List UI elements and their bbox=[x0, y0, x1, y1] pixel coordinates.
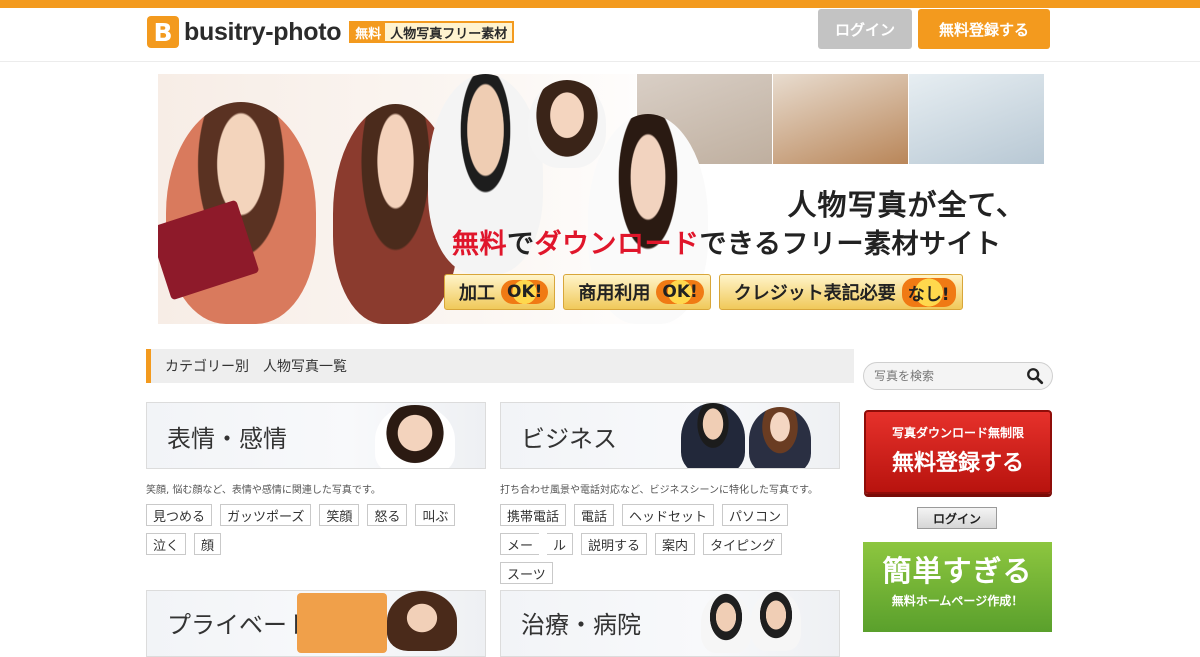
hero-subline: 無料でダウンロードできるフリー素材サイト bbox=[452, 222, 1001, 261]
tag-link[interactable]: メー bbox=[500, 533, 540, 555]
category-person-image bbox=[387, 591, 457, 651]
category-title: ビジネス bbox=[521, 425, 617, 453]
category-title: 治療・病院 bbox=[521, 611, 641, 639]
hero-thumbnail bbox=[772, 74, 908, 164]
hero-badges: 加工 OK! 商用利用 OK! クレジット表記必要 なし! bbox=[444, 274, 963, 310]
category-tags: 見つめる ガッツポーズ 笑顔 怒る 叫ぶ 泣く 顔 bbox=[146, 504, 486, 555]
badge-label: クレジット表記必要 bbox=[733, 283, 896, 304]
category-person-image bbox=[681, 403, 745, 468]
ad-subtext: 無料ホームページ作成！ bbox=[891, 594, 1024, 608]
login-button[interactable]: ログイン bbox=[818, 9, 912, 49]
category-card-private[interactable]: プライベート bbox=[146, 590, 486, 657]
sidebar-ad-banner[interactable]: 簡単すぎる 無料ホームページ作成！ bbox=[863, 542, 1052, 632]
category-card-business[interactable]: ビジネス bbox=[500, 402, 840, 469]
tag-link[interactable]: 叫ぶ bbox=[415, 504, 456, 526]
tag-link[interactable]: 案内 bbox=[655, 533, 696, 555]
search-icon[interactable] bbox=[1026, 367, 1044, 385]
hero-badge: クレジット表記必要 なし! bbox=[718, 274, 963, 310]
tag-link[interactable]: ガッツポーズ bbox=[220, 504, 312, 526]
badge-stamp: OK! bbox=[656, 280, 704, 304]
sidebar-register-banner[interactable]: 写真ダウンロード無制限 無料登録する bbox=[864, 410, 1052, 494]
site-logo[interactable]: B busitry-photo 無料 人物写真フリー素材 bbox=[147, 16, 515, 48]
category-person-image bbox=[375, 405, 455, 468]
tag-link[interactable]: 顔 bbox=[194, 533, 222, 555]
logo-mark: B bbox=[147, 16, 179, 48]
category-description: 笑顔, 悩む顔など、表情や感情に関連した写真です。 bbox=[146, 485, 381, 496]
sidebar-login-button[interactable]: ログイン bbox=[917, 507, 997, 529]
tag-link[interactable]: 携帯電話 bbox=[500, 504, 567, 526]
category-title: プライベート bbox=[167, 611, 311, 639]
section-title: カテゴリー別 人物写真一覧 bbox=[146, 349, 854, 383]
hero-thumbnail bbox=[908, 74, 1044, 164]
category-title: 表情・感情 bbox=[167, 425, 287, 453]
hero-badge: 加工 OK! bbox=[444, 274, 556, 310]
logo-free-label: 無料 bbox=[351, 23, 386, 42]
hero-thumbnail-strip bbox=[636, 74, 1044, 164]
tag-link[interactable]: タイピング bbox=[703, 533, 783, 555]
search-input[interactable] bbox=[874, 369, 1019, 383]
category-object-image bbox=[297, 593, 387, 653]
tag-link[interactable]: 泣く bbox=[146, 533, 187, 555]
badge-stamp: OK! bbox=[501, 280, 549, 304]
hero-banner: 人物写真が全て、 無料でダウンロードできるフリー素材サイト 加工 OK! 商用利… bbox=[158, 74, 1044, 324]
tag-link[interactable]: 説明する bbox=[581, 533, 648, 555]
category-description: 打ち合わせ風景や電話対応など、ビジネスシーンに特化した写真です。 bbox=[500, 485, 818, 496]
ad-headline: 簡単すぎる bbox=[882, 554, 1033, 588]
tag-link[interactable]: 笑顔 bbox=[319, 504, 360, 526]
category-person-image bbox=[751, 591, 801, 651]
category-card-expressions[interactable]: 表情・感情 bbox=[146, 402, 486, 469]
logo-text: busitry-photo bbox=[184, 17, 342, 46]
register-button[interactable]: 無料登録する bbox=[918, 9, 1050, 49]
tag-link[interactable]: 怒る bbox=[367, 504, 408, 526]
tag-link[interactable]: 見つめる bbox=[146, 504, 213, 526]
hero-badge: 商用利用 OK! bbox=[563, 274, 711, 310]
badge-stamp: なし! bbox=[901, 277, 956, 307]
cta-main-text: 無料登録する bbox=[891, 451, 1024, 476]
top-accent-bar bbox=[0, 0, 1200, 8]
search-box bbox=[863, 362, 1053, 390]
hero-subline-mid: で bbox=[507, 229, 535, 260]
category-tags: 携帯電話 電話 ヘッドセット パソコン メー ル 説明する 案内 タイピング ス… bbox=[500, 504, 816, 584]
badge-label: 商用利用 bbox=[578, 283, 651, 304]
tag-link[interactable]: 電話 bbox=[574, 504, 615, 526]
logo-tagline: 無料 人物写真フリー素材 bbox=[349, 21, 515, 43]
category-card-medical[interactable]: 治療・病院 bbox=[500, 590, 840, 657]
cta-subtext: 写真ダウンロード無制限 bbox=[891, 426, 1024, 440]
badge-label: 加工 bbox=[459, 283, 495, 304]
tag-link[interactable]: スーツ bbox=[500, 562, 553, 584]
site-header: B busitry-photo 無料 人物写真フリー素材 ログイン 無料登録する bbox=[0, 8, 1200, 62]
tag-link[interactable]: ヘッドセット bbox=[622, 504, 715, 526]
hero-subline-rest: できるフリー素材サイト bbox=[699, 229, 1002, 260]
hero-highlight-free: 無料 bbox=[452, 229, 507, 260]
hero-person-image bbox=[528, 80, 606, 168]
category-person-image bbox=[749, 407, 811, 468]
hero-headline: 人物写真が全て、 bbox=[787, 188, 1026, 222]
category-person-image bbox=[701, 593, 751, 653]
tag-link[interactable]: ル bbox=[547, 533, 574, 555]
hero-highlight-download: ダウンロード bbox=[534, 229, 700, 260]
tag-link[interactable]: パソコン bbox=[722, 504, 789, 526]
logo-desc-label: 人物写真フリー素材 bbox=[385, 23, 513, 42]
